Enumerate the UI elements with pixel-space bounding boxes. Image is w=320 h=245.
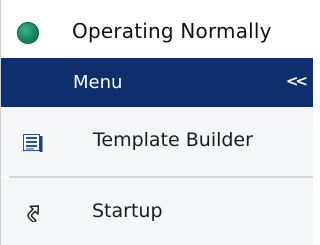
menu-item-label: Template Builder xyxy=(93,129,253,151)
collapse-menu-button[interactable]: << xyxy=(286,72,308,90)
menu-item-label: Startup xyxy=(92,200,163,222)
list-document-icon xyxy=(23,134,43,152)
shortcut-arrow-icon xyxy=(27,205,40,222)
status-header: Operating Normally xyxy=(1,0,313,58)
status-indicator-icon xyxy=(17,22,39,44)
menu-item-template-builder[interactable]: Template Builder xyxy=(1,107,313,176)
menu-header: Menu << xyxy=(1,58,313,107)
menu-title: Menu xyxy=(73,72,123,93)
status-text: Operating Normally xyxy=(72,19,272,43)
menu-item-startup[interactable]: Startup xyxy=(1,178,313,245)
navigation-panel: Operating Normally Menu << Template Buil… xyxy=(0,0,313,245)
